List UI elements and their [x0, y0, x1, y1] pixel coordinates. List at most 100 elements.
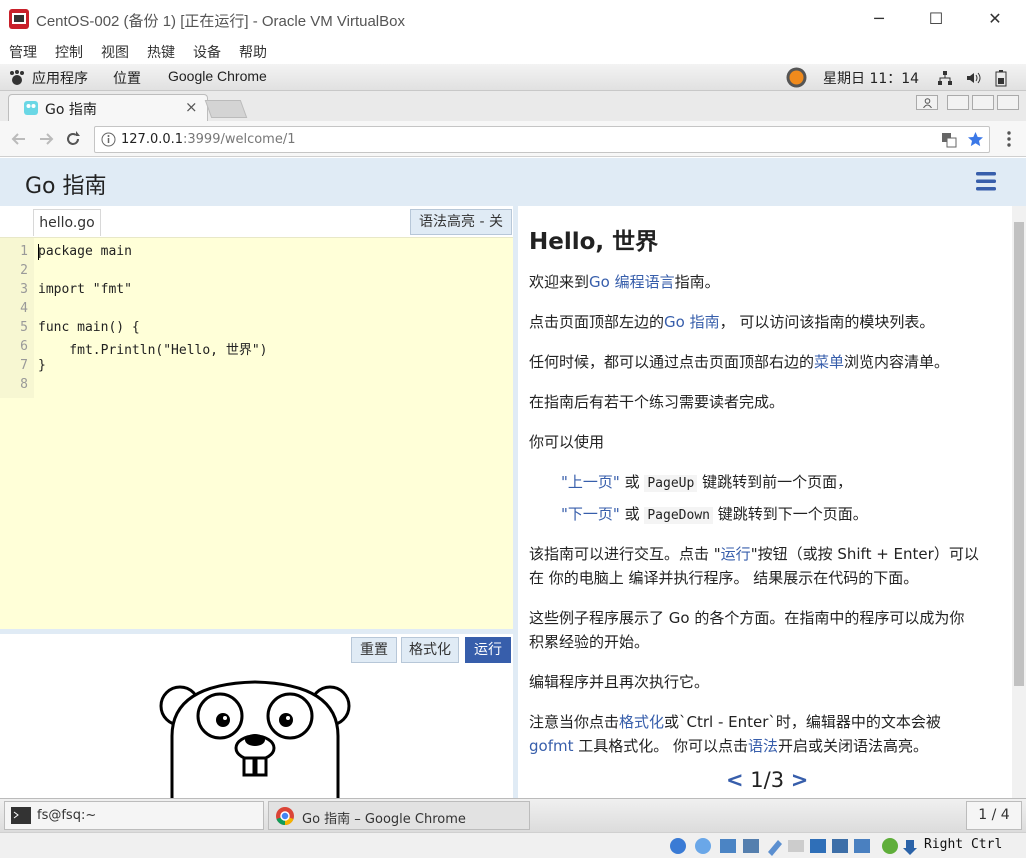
info-icon[interactable]	[101, 132, 116, 147]
lesson-pane	[518, 206, 1012, 798]
reload-icon[interactable]	[64, 130, 82, 148]
vbox-menubar: 管理 控制 视图 热键 设备 帮助	[0, 38, 1026, 64]
minimize-button[interactable]: ─	[864, 6, 894, 32]
terminal-icon	[11, 807, 31, 824]
line-number: 6	[20, 339, 28, 354]
chrome-menu-icon[interactable]	[1000, 130, 1018, 148]
line-number: 1	[20, 244, 28, 259]
applications-menu[interactable]: 应用程序	[32, 68, 88, 88]
prev-page-link[interactable]: "上一页"	[561, 473, 620, 491]
url-host: 127.0.0.1	[121, 132, 184, 147]
clock[interactable]: 星期日 11：14	[823, 68, 919, 88]
taskbar-chrome-label: Go 指南 – Google Chrome	[302, 812, 466, 827]
vbox-titlebar: CentOS-002 (备份 1) [正在运行] - Oracle VM Vir…	[0, 0, 1026, 38]
syntax-link[interactable]: 语法	[748, 737, 778, 755]
menu-link[interactable]: 菜单	[814, 353, 844, 371]
menu-help[interactable]: 帮助	[239, 42, 267, 62]
line-number: 3	[20, 282, 28, 297]
list-item: "下一页" 或 PageDown 键跳转到下一个页面。	[561, 505, 868, 524]
line-number: 8	[20, 377, 28, 392]
code-line[interactable]: fmt.Println("Hello, 世界")	[38, 339, 267, 358]
next-page-button[interactable]: >	[791, 768, 809, 792]
hamburger-menu-icon[interactable]	[975, 170, 997, 192]
paragraph: 注意当你点击格式化或`Ctrl - Enter`时，编辑器中的文本会被	[529, 713, 941, 731]
reset-button[interactable]: 重置	[351, 637, 397, 663]
host-key-label: Right Ctrl	[924, 837, 1003, 852]
output-separator	[0, 629, 513, 634]
menu-control[interactable]: 控制	[55, 42, 83, 62]
menu-manage[interactable]: 管理	[9, 42, 37, 62]
volume-icon[interactable]	[965, 70, 981, 86]
tab-title: Go 指南	[45, 102, 97, 118]
menu-hotkey[interactable]: 热键	[147, 42, 175, 62]
code-line[interactable]: import "fmt"	[38, 282, 132, 297]
menu-devices[interactable]: 设备	[193, 42, 221, 62]
vertical-scrollbar[interactable]	[1012, 206, 1026, 798]
file-tab[interactable]: hello.go	[33, 209, 101, 236]
line-number: 4	[20, 301, 28, 316]
lesson-title: Hello, 世界	[529, 229, 659, 255]
gopher-mascot-image	[159, 680, 351, 798]
line-gutter: 1 2 3 4 5 6 7 8	[0, 238, 34, 398]
chrome-close-button[interactable]	[997, 95, 1019, 110]
paragraph: 在指南后有若干个练习需要读者完成。	[529, 393, 785, 411]
vbox-statusbar: Right Ctrl	[0, 832, 1026, 858]
taskbar-chrome[interactable]: Go 指南 – Google Chrome	[268, 801, 530, 830]
battery-icon[interactable]	[995, 69, 1007, 87]
forward-arrow-icon[interactable]	[37, 130, 55, 148]
address-bar[interactable]: 127.0.0.1 :3999/welcome/1	[94, 126, 990, 153]
chrome-minimize-button[interactable]	[947, 95, 969, 110]
menu-view[interactable]: 视图	[101, 42, 129, 62]
next-page-link[interactable]: "下一页"	[561, 505, 620, 523]
tour-header: Go 指南	[0, 158, 1026, 206]
update-notifier-icon[interactable]	[785, 66, 808, 89]
run-button[interactable]: 运行	[465, 637, 511, 663]
syntax-toggle-button[interactable]: 语法高亮 - 关	[410, 209, 512, 235]
new-tab-button[interactable]	[204, 100, 248, 118]
scrollbar-thumb[interactable]	[1014, 222, 1024, 686]
gofmt-link[interactable]: gofmt	[529, 737, 573, 755]
maximize-button[interactable]: ☐	[921, 6, 951, 32]
workspace-switcher[interactable]: 1 / 4	[966, 801, 1022, 830]
run-link[interactable]: 运行	[721, 545, 751, 563]
url-path: :3999/welcome/1	[183, 132, 296, 147]
taskbar-terminal[interactable]: fs@fsq:~	[4, 801, 264, 830]
list-item: "上一页" 或 PageUp 键跳转到前一个页面，	[561, 473, 853, 492]
code-line[interactable]: }	[38, 358, 46, 373]
vbox-device-icons[interactable]	[668, 836, 918, 856]
tab-close-icon[interactable]: ×	[185, 98, 198, 116]
tour-logo-link[interactable]: Go 指南	[25, 168, 107, 200]
line-number: 2	[20, 263, 28, 278]
format-link[interactable]: 格式化	[619, 713, 664, 731]
text-cursor	[38, 244, 39, 260]
places-menu[interactable]: 位置	[113, 68, 141, 88]
gnome-foot-icon	[10, 70, 24, 85]
paragraph: 这些例子程序展示了 Go 的各个方面。在指南中的程序可以成为你	[529, 609, 965, 627]
active-app-menu[interactable]: Google Chrome	[168, 68, 267, 84]
prev-page-button[interactable]: <	[726, 768, 744, 792]
paragraph: 该指南可以进行交互。点击 "运行"按钮（或按 Shift + Enter）可以	[529, 545, 979, 563]
code-line[interactable]: func main() {	[38, 320, 140, 335]
go-tour-link[interactable]: Go 指南	[664, 313, 720, 331]
paragraph: 欢迎来到Go 编程语言指南。	[529, 273, 720, 291]
paragraph-continued: gofmt 工具格式化。 你可以点击语法开启或关闭语法高亮。	[529, 737, 929, 755]
back-arrow-icon[interactable]	[10, 130, 28, 148]
kbd-pagedown: PageDown	[644, 507, 713, 524]
gnome-panel: 应用程序 位置 Google Chrome 星期日 11：14	[0, 64, 1026, 91]
person-icon	[923, 98, 932, 108]
virtualbox-logo-icon	[9, 9, 29, 29]
network-icon[interactable]	[937, 70, 953, 86]
pager: < 1/3 >	[726, 768, 808, 792]
close-button[interactable]: ✕	[980, 6, 1010, 32]
translate-icon[interactable]	[941, 132, 957, 148]
bookmark-star-icon[interactable]	[967, 131, 984, 148]
go-language-link[interactable]: Go 编程语言	[589, 273, 675, 291]
paragraph: 点击页面顶部左边的Go 指南， 可以访问该指南的模块列表。	[529, 313, 935, 331]
browser-tab-active[interactable]: Go 指南 ×	[8, 94, 208, 121]
code-line[interactable]: package main	[38, 244, 132, 259]
chrome-restore-button[interactable]	[972, 95, 994, 110]
profile-button[interactable]	[916, 95, 938, 110]
kbd-pageup: PageUp	[644, 475, 698, 492]
taskbar-terminal-label: fs@fsq:~	[37, 808, 97, 823]
format-button[interactable]: 格式化	[401, 637, 459, 663]
